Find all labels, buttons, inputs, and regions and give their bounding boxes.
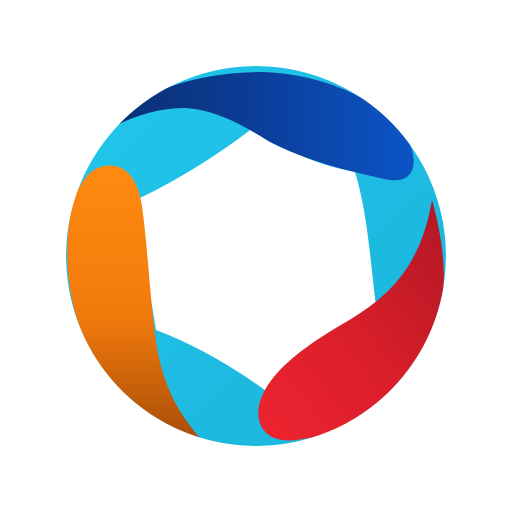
logo-canvas (0, 0, 512, 512)
ring-logo-icon (66, 66, 446, 446)
